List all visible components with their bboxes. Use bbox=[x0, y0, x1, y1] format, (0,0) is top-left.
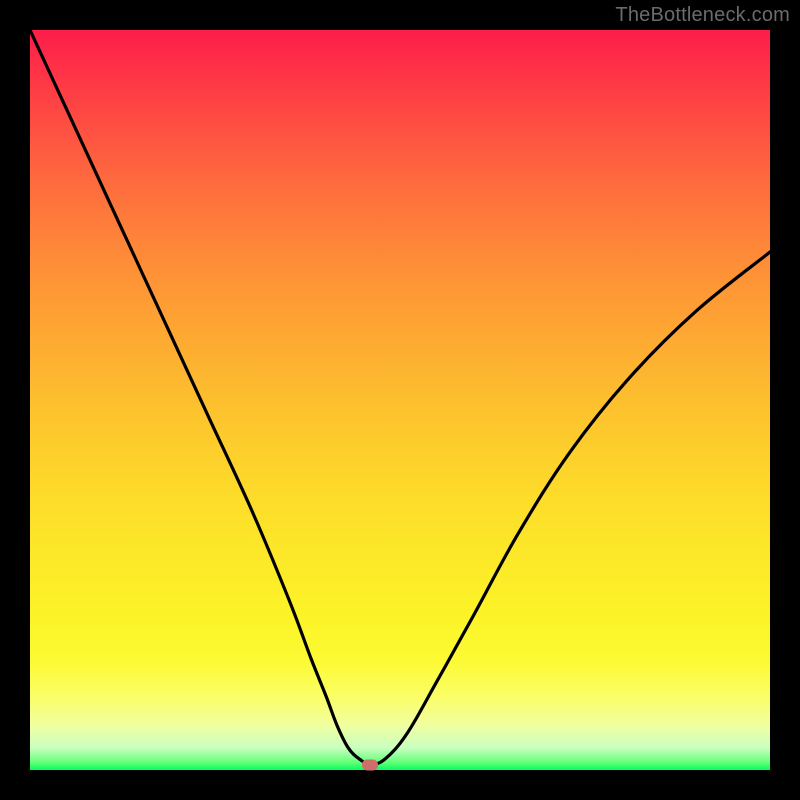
watermark-text: TheBottleneck.com bbox=[615, 4, 790, 27]
bottleneck-curve bbox=[30, 30, 770, 764]
curve-svg bbox=[30, 30, 770, 770]
plot-area bbox=[30, 30, 770, 770]
chart-frame: TheBottleneck.com bbox=[0, 0, 800, 800]
min-marker bbox=[362, 759, 378, 770]
